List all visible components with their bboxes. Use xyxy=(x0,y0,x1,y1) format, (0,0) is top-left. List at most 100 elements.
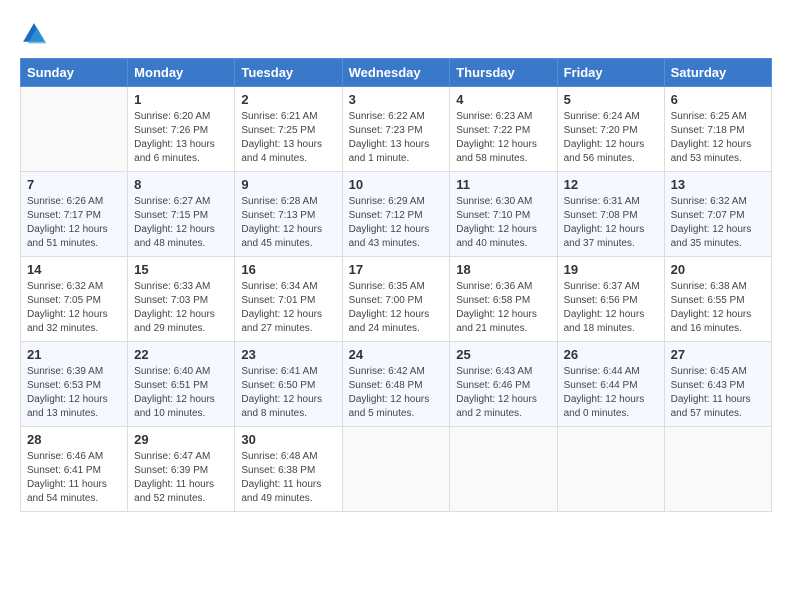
day-number: 3 xyxy=(349,92,444,107)
day-number: 15 xyxy=(134,262,228,277)
logo-icon xyxy=(20,20,48,48)
day-number: 1 xyxy=(134,92,228,107)
day-info: Sunrise: 6:23 AM Sunset: 7:22 PM Dayligh… xyxy=(456,110,550,166)
day-number: 27 xyxy=(671,347,765,362)
day-number: 24 xyxy=(349,347,444,362)
day-number: 26 xyxy=(564,347,658,362)
day-number: 12 xyxy=(564,177,658,192)
day-info: Sunrise: 6:32 AM Sunset: 7:07 PM Dayligh… xyxy=(671,195,765,251)
calendar-day-cell: 26 Sunrise: 6:44 AM Sunset: 6:44 PM Dayli… xyxy=(557,342,664,427)
day-info: Sunrise: 6:37 AM Sunset: 6:56 PM Dayligh… xyxy=(564,280,658,336)
day-info: Sunrise: 6:36 AM Sunset: 6:58 PM Dayligh… xyxy=(456,280,550,336)
day-number: 30 xyxy=(241,432,335,447)
day-of-week-header: Sunday xyxy=(21,59,128,87)
day-info: Sunrise: 6:30 AM Sunset: 7:10 PM Dayligh… xyxy=(456,195,550,251)
day-info: Sunrise: 6:47 AM Sunset: 6:39 PM Dayligh… xyxy=(134,450,228,506)
day-of-week-header: Wednesday xyxy=(342,59,450,87)
calendar-empty-cell xyxy=(664,427,771,512)
day-info: Sunrise: 6:38 AM Sunset: 6:55 PM Dayligh… xyxy=(671,280,765,336)
day-info: Sunrise: 6:25 AM Sunset: 7:18 PM Dayligh… xyxy=(671,110,765,166)
calendar-day-cell: 4 Sunrise: 6:23 AM Sunset: 7:22 PM Daylig… xyxy=(450,87,557,172)
calendar-day-cell: 16 Sunrise: 6:34 AM Sunset: 7:01 PM Dayli… xyxy=(235,257,342,342)
day-info: Sunrise: 6:33 AM Sunset: 7:03 PM Dayligh… xyxy=(134,280,228,336)
day-of-week-header: Saturday xyxy=(664,59,771,87)
day-number: 13 xyxy=(671,177,765,192)
calendar-day-cell: 28Sunrise: 6:46 AM Sunset: 6:41 PM Dayli… xyxy=(21,427,128,512)
calendar-day-cell: 3Sunrise: 6:22 AM Sunset: 7:23 PM Daylig… xyxy=(342,87,450,172)
day-of-week-header: Friday xyxy=(557,59,664,87)
day-number: 25 xyxy=(456,347,550,362)
calendar-day-cell: 1 Sunrise: 6:20 AM Sunset: 7:26 PM Daylig… xyxy=(128,87,235,172)
calendar-day-cell: 12 Sunrise: 6:31 AM Sunset: 7:08 PM Dayli… xyxy=(557,172,664,257)
day-number: 21 xyxy=(27,347,121,362)
calendar-day-cell: 2 Sunrise: 6:21 AM Sunset: 7:25 PM Daylig… xyxy=(235,87,342,172)
day-number: 19 xyxy=(564,262,658,277)
calendar-day-cell: 8Sunrise: 6:27 AM Sunset: 7:15 PM Daylig… xyxy=(128,172,235,257)
calendar-day-cell: 14 Sunrise: 6:32 AM Sunset: 7:05 PM Dayli… xyxy=(21,257,128,342)
calendar-day-cell: 30 Sunrise: 6:48 AM Sunset: 6:38 PM Dayli… xyxy=(235,427,342,512)
calendar-day-cell: 10Sunrise: 6:29 AM Sunset: 7:12 PM Dayli… xyxy=(342,172,450,257)
calendar-day-cell: 7 Sunrise: 6:26 AM Sunset: 7:17 PM Daylig… xyxy=(21,172,128,257)
day-of-week-header: Thursday xyxy=(450,59,557,87)
page-header xyxy=(20,20,772,48)
day-number: 22 xyxy=(134,347,228,362)
day-info: Sunrise: 6:44 AM Sunset: 6:44 PM Dayligh… xyxy=(564,365,658,421)
day-info: Sunrise: 6:43 AM Sunset: 6:46 PM Dayligh… xyxy=(456,365,550,421)
day-number: 20 xyxy=(671,262,765,277)
day-info: Sunrise: 6:32 AM Sunset: 7:05 PM Dayligh… xyxy=(27,280,121,336)
calendar-week-row: 1 Sunrise: 6:20 AM Sunset: 7:26 PM Daylig… xyxy=(21,87,772,172)
calendar-table: SundayMondayTuesdayWednesdayThursdayFrid… xyxy=(20,58,772,512)
calendar-day-cell: 6 Sunrise: 6:25 AM Sunset: 7:18 PM Daylig… xyxy=(664,87,771,172)
day-number: 23 xyxy=(241,347,335,362)
day-number: 2 xyxy=(241,92,335,107)
day-number: 16 xyxy=(241,262,335,277)
calendar-day-cell: 27Sunrise: 6:45 AM Sunset: 6:43 PM Dayli… xyxy=(664,342,771,427)
calendar-week-row: 7 Sunrise: 6:26 AM Sunset: 7:17 PM Daylig… xyxy=(21,172,772,257)
calendar-empty-cell xyxy=(450,427,557,512)
calendar-day-cell: 5Sunrise: 6:24 AM Sunset: 7:20 PM Daylig… xyxy=(557,87,664,172)
calendar-empty-cell xyxy=(21,87,128,172)
day-number: 18 xyxy=(456,262,550,277)
day-number: 29 xyxy=(134,432,228,447)
day-info: Sunrise: 6:29 AM Sunset: 7:12 PM Dayligh… xyxy=(349,195,444,251)
calendar-day-cell: 18 Sunrise: 6:36 AM Sunset: 6:58 PM Dayli… xyxy=(450,257,557,342)
day-number: 7 xyxy=(27,177,121,192)
day-info: Sunrise: 6:26 AM Sunset: 7:17 PM Dayligh… xyxy=(27,195,121,251)
calendar-week-row: 14 Sunrise: 6:32 AM Sunset: 7:05 PM Dayli… xyxy=(21,257,772,342)
day-info: Sunrise: 6:48 AM Sunset: 6:38 PM Dayligh… xyxy=(241,450,335,506)
day-info: Sunrise: 6:21 AM Sunset: 7:25 PM Dayligh… xyxy=(241,110,335,166)
day-info: Sunrise: 6:42 AM Sunset: 6:48 PM Dayligh… xyxy=(349,365,444,421)
logo xyxy=(20,20,52,48)
day-info: Sunrise: 6:35 AM Sunset: 7:00 PM Dayligh… xyxy=(349,280,444,336)
day-info: Sunrise: 6:41 AM Sunset: 6:50 PM Dayligh… xyxy=(241,365,335,421)
day-number: 17 xyxy=(349,262,444,277)
calendar-day-cell: 17 Sunrise: 6:35 AM Sunset: 7:00 PM Dayli… xyxy=(342,257,450,342)
day-info: Sunrise: 6:28 AM Sunset: 7:13 PM Dayligh… xyxy=(241,195,335,251)
day-number: 6 xyxy=(671,92,765,107)
calendar-day-cell: 15 Sunrise: 6:33 AM Sunset: 7:03 PM Dayli… xyxy=(128,257,235,342)
day-number: 4 xyxy=(456,92,550,107)
day-of-week-header: Monday xyxy=(128,59,235,87)
calendar-empty-cell xyxy=(557,427,664,512)
calendar-day-cell: 9Sunrise: 6:28 AM Sunset: 7:13 PM Daylig… xyxy=(235,172,342,257)
calendar-header-row: SundayMondayTuesdayWednesdayThursdayFrid… xyxy=(21,59,772,87)
calendar-day-cell: 11 Sunrise: 6:30 AM Sunset: 7:10 PM Dayli… xyxy=(450,172,557,257)
calendar-day-cell: 29 Sunrise: 6:47 AM Sunset: 6:39 PM Dayli… xyxy=(128,427,235,512)
day-of-week-header: Tuesday xyxy=(235,59,342,87)
day-info: Sunrise: 6:20 AM Sunset: 7:26 PM Dayligh… xyxy=(134,110,228,166)
calendar-day-cell: 20 Sunrise: 6:38 AM Sunset: 6:55 PM Dayli… xyxy=(664,257,771,342)
day-info: Sunrise: 6:31 AM Sunset: 7:08 PM Dayligh… xyxy=(564,195,658,251)
day-number: 11 xyxy=(456,177,550,192)
calendar-day-cell: 21 Sunrise: 6:39 AM Sunset: 6:53 PM Dayli… xyxy=(21,342,128,427)
calendar-week-row: 21 Sunrise: 6:39 AM Sunset: 6:53 PM Dayli… xyxy=(21,342,772,427)
calendar-day-cell: 13 Sunrise: 6:32 AM Sunset: 7:07 PM Dayli… xyxy=(664,172,771,257)
day-info: Sunrise: 6:34 AM Sunset: 7:01 PM Dayligh… xyxy=(241,280,335,336)
day-number: 14 xyxy=(27,262,121,277)
day-info: Sunrise: 6:46 AM Sunset: 6:41 PM Dayligh… xyxy=(27,450,121,506)
calendar-day-cell: 19 Sunrise: 6:37 AM Sunset: 6:56 PM Dayli… xyxy=(557,257,664,342)
day-info: Sunrise: 6:39 AM Sunset: 6:53 PM Dayligh… xyxy=(27,365,121,421)
calendar-day-cell: 22 Sunrise: 6:40 AM Sunset: 6:51 PM Dayli… xyxy=(128,342,235,427)
calendar-day-cell: 23 Sunrise: 6:41 AM Sunset: 6:50 PM Dayli… xyxy=(235,342,342,427)
day-info: Sunrise: 6:40 AM Sunset: 6:51 PM Dayligh… xyxy=(134,365,228,421)
day-info: Sunrise: 6:24 AM Sunset: 7:20 PM Dayligh… xyxy=(564,110,658,166)
